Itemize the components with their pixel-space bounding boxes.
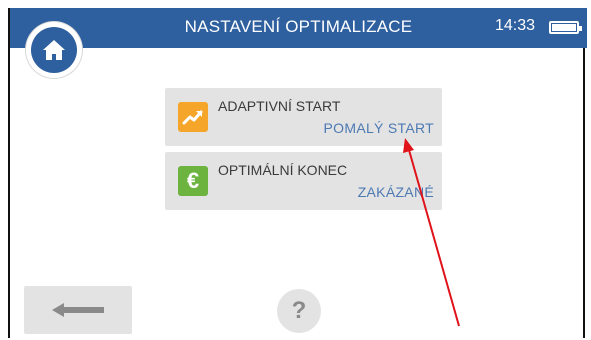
setting-optimal-end[interactable]: € OPTIMÁLNÍ KONEC ZAKÁZANÉ bbox=[165, 152, 442, 210]
setting-label: OPTIMÁLNÍ KONEC bbox=[218, 162, 348, 178]
setting-value: POMALÝ START bbox=[323, 120, 434, 136]
device-screen: NASTAVENÍ OPTIMALIZACE 14:33 ADAPTIVNÍ S… bbox=[8, 8, 587, 338]
setting-value: ZAKÁZANÉ bbox=[357, 184, 434, 200]
header-bar: NASTAVENÍ OPTIMALIZACE 14:33 bbox=[10, 8, 587, 48]
home-icon bbox=[43, 40, 65, 60]
back-button[interactable] bbox=[24, 286, 132, 334]
clock: 14:33 bbox=[494, 17, 535, 34]
help-button[interactable]: ? bbox=[277, 289, 321, 333]
battery-icon bbox=[549, 21, 582, 34]
trend-up-icon bbox=[178, 102, 208, 132]
home-button[interactable] bbox=[26, 22, 82, 78]
arrow-left-icon bbox=[52, 303, 104, 317]
setting-adaptive-start[interactable]: ADAPTIVNÍ START POMALÝ START bbox=[165, 88, 442, 146]
euro-icon: € bbox=[178, 166, 208, 196]
setting-label: ADAPTIVNÍ START bbox=[218, 98, 341, 114]
